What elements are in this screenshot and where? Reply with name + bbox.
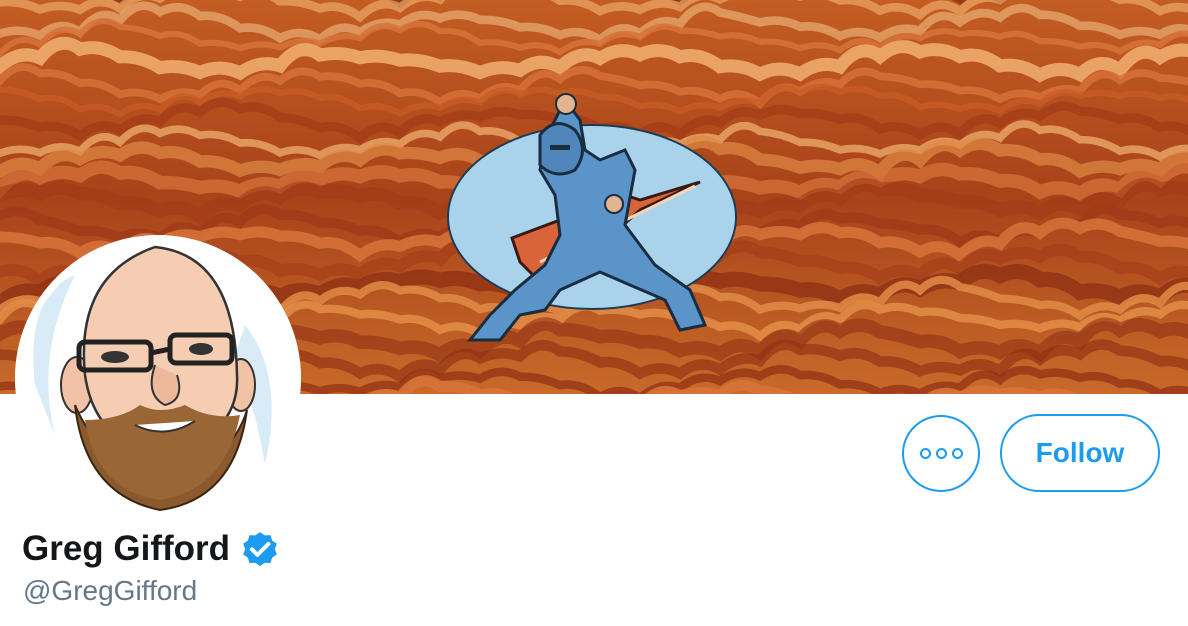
profile-name-row: Greg Gifford [22, 524, 282, 574]
follow-button[interactable]: Follow [1000, 414, 1160, 492]
more-options-button[interactable] [902, 415, 980, 492]
user-handle: @GregGifford [23, 575, 198, 606]
profile-avatar[interactable] [15, 235, 301, 521]
more-options-icon [919, 448, 963, 459]
display-name: Greg Gifford [22, 529, 231, 568]
verified-badge-icon [243, 532, 277, 567]
